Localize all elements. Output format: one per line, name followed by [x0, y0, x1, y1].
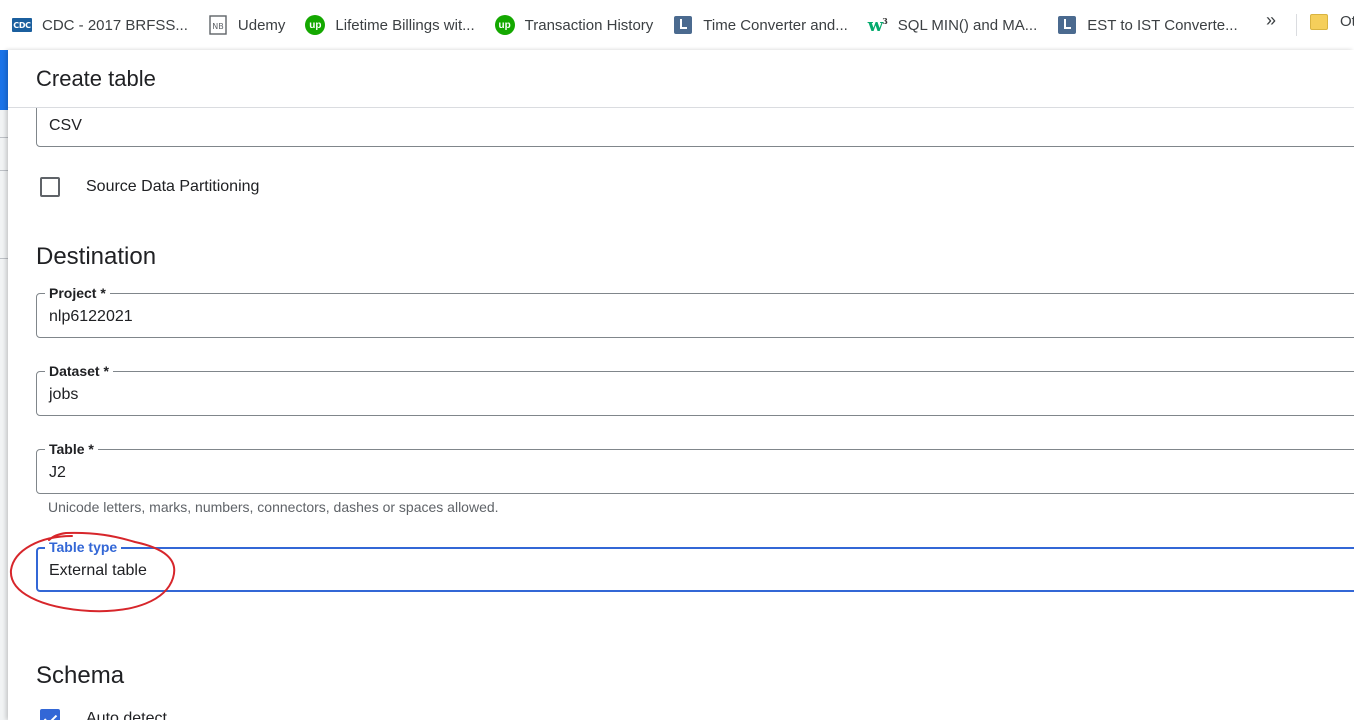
panel-header: Create table	[8, 50, 1354, 108]
background-page-header	[0, 50, 8, 110]
bookmark-label: Udemy	[237, 16, 286, 34]
w3schools-icon-text: w	[867, 14, 884, 36]
bookmark-label: CDC - 2017 BRFSS...	[42, 16, 188, 34]
bookmark-transaction-history[interactable]: up Transaction History	[494, 11, 654, 39]
source-partitioning-label: Source Data Partitioning	[86, 178, 260, 195]
bookmark-label: Time Converter and...	[703, 16, 848, 34]
table-name-hint: Unicode letters, marks, numbers, connect…	[48, 499, 499, 515]
svg-text:NB: NB	[212, 22, 223, 31]
bookmark-label: Lifetime Billings wit...	[335, 16, 475, 34]
auto-detect-label: Auto detect	[86, 710, 167, 720]
other-bookmarks-label: Ot	[1340, 13, 1354, 30]
table-type-value: External table	[49, 562, 147, 579]
folder-icon	[1310, 13, 1328, 30]
w3schools-icon-sup: 3	[882, 15, 888, 26]
auto-detect-checkbox[interactable]	[40, 709, 60, 720]
bookmarks-bar: CDC CDC - 2017 BRFSS... NB Udemy up Life…	[0, 0, 1354, 50]
bookmark-label: Transaction History	[524, 16, 654, 34]
background-divider	[0, 170, 8, 171]
bookmark-lifetime-billings[interactable]: up Lifetime Billings wit...	[305, 11, 475, 39]
source-partitioning-checkbox[interactable]	[40, 177, 60, 197]
table-name-label: Table *	[45, 440, 98, 458]
upwork-icon-text: up	[305, 15, 326, 35]
table-name-value: J2	[49, 464, 66, 481]
create-table-panel: Create table CSV Source Data Partitionin…	[8, 50, 1354, 720]
dataset-field[interactable]: Dataset * jobs	[36, 362, 1354, 416]
notebook-icon: NB	[208, 15, 228, 35]
bookmark-label: SQL MIN() and MA...	[897, 16, 1038, 34]
bookmark-udemy[interactable]: NB Udemy	[208, 11, 286, 39]
schema-heading: Schema	[36, 662, 125, 689]
table-type-select[interactable]: Table type External table	[36, 538, 1354, 592]
cdc-icon-text: CDC	[12, 18, 32, 32]
project-label: Project *	[45, 284, 110, 302]
bookmark-sql-min-max[interactable]: w3 SQL MIN() and MA...	[867, 11, 1038, 39]
upwork-icon: up	[305, 15, 326, 35]
other-bookmarks-folder[interactable]: Ot	[1310, 13, 1354, 30]
upwork-icon-text: up	[494, 15, 515, 35]
project-field[interactable]: Project * nlp6122021	[36, 284, 1354, 338]
table-type-label: Table type	[45, 538, 122, 556]
background-divider	[0, 137, 8, 138]
file-format-value: CSV	[49, 117, 82, 134]
dataset-label: Dataset *	[45, 362, 113, 380]
bookmarks-overflow-button[interactable]: »	[1266, 10, 1276, 31]
upwork-icon: up	[494, 15, 515, 35]
project-value: nlp6122021	[49, 308, 133, 325]
background-page	[0, 50, 8, 720]
clock-icon	[673, 15, 693, 35]
w3schools-icon: w3	[867, 14, 888, 36]
bookmark-time-converter[interactable]: Time Converter and...	[673, 11, 848, 39]
dataset-value: jobs	[49, 386, 79, 403]
panel-title: Create table	[36, 66, 156, 91]
destination-heading: Destination	[36, 243, 157, 270]
table-name-field[interactable]: Table * J2	[36, 440, 1354, 494]
cdc-icon: CDC	[12, 15, 32, 35]
source-partitioning-row[interactable]: Source Data Partitioning	[40, 177, 259, 197]
bookmark-label: EST to IST Converte...	[1087, 16, 1238, 34]
background-divider	[0, 258, 8, 259]
bookmark-est-to-ist[interactable]: EST to IST Converte...	[1057, 11, 1238, 39]
clock-icon	[1057, 15, 1077, 35]
bookmark-cdc[interactable]: CDC CDC - 2017 BRFSS...	[12, 11, 188, 39]
bookmarks-separator	[1296, 14, 1297, 36]
auto-detect-row[interactable]: Auto detect	[40, 709, 167, 720]
